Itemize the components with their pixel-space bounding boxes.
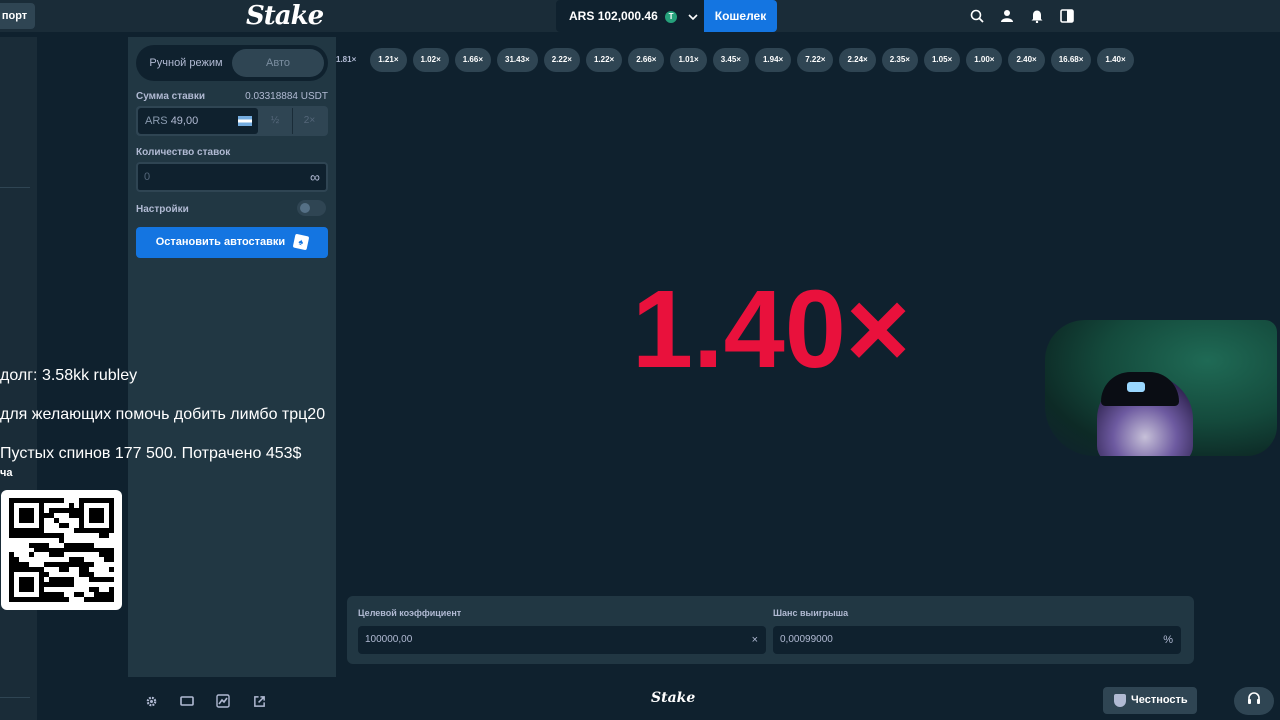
headset-icon xyxy=(1247,691,1261,711)
target-multiplier-value: 100000,00 xyxy=(365,634,413,645)
bet-count-value: 0 xyxy=(144,171,151,183)
tab-auto[interactable]: Авто xyxy=(232,49,324,77)
percent-icon: % xyxy=(1163,634,1173,646)
sport-button[interactable]: порт xyxy=(0,3,35,29)
user-icon[interactable] xyxy=(998,7,1016,25)
bet-currency: ARS xyxy=(145,115,168,127)
win-chance-label: Шанс выигрыша xyxy=(773,608,849,618)
settings-label: Настройки xyxy=(136,204,189,215)
history-chip: 1.21× xyxy=(370,48,407,72)
history-chip: 7.22× xyxy=(797,48,834,72)
argentina-flag-icon xyxy=(238,116,252,126)
balance-amount: 102,000.46 xyxy=(597,9,658,23)
cap-logo-image xyxy=(1127,382,1145,392)
tab-manual[interactable]: Ручной режим xyxy=(140,49,232,77)
history-chip: 1.22× xyxy=(585,48,623,72)
overlay-help-text: для желающих помочь добить лимбо трц20 xyxy=(0,406,326,423)
target-multiplier-label: Целевой коэффициент xyxy=(358,608,462,618)
history-chip: 2.35× xyxy=(881,48,918,72)
footer-stake-logo: Stake xyxy=(651,690,696,706)
limbo-settings-panel: Целевой коэффициент 100000,00 × Шанс выи… xyxy=(347,596,1194,664)
wallet-button[interactable]: Кошелек xyxy=(704,0,777,32)
multiplier-x-icon: × xyxy=(751,634,758,646)
search-icon[interactable] xyxy=(968,7,986,25)
settings-toggle[interactable] xyxy=(297,200,326,216)
history-chip: 16.68× xyxy=(1050,48,1092,72)
history-chip: 1.01× xyxy=(670,48,707,72)
fairness-label: Честность xyxy=(1131,694,1188,706)
sidebar-toggle-icon[interactable] xyxy=(1058,7,1076,25)
gear-icon[interactable] xyxy=(142,692,160,710)
stake-logo[interactable]: Stake xyxy=(246,0,324,32)
target-multiplier-input[interactable]: 100000,00 × xyxy=(358,626,766,654)
bet-amount-crypto: 0.03318884 USDT xyxy=(245,91,328,102)
live-support-button[interactable] xyxy=(1234,687,1274,715)
history-chip: 3.45× xyxy=(712,48,749,72)
history-chip: 2.66× xyxy=(628,48,665,72)
qr-code xyxy=(1,490,122,610)
bet-count-input[interactable]: 0 ∞ xyxy=(136,162,328,192)
mode-toggle: Ручной режим Авто xyxy=(136,45,328,81)
webcam-overlay xyxy=(1045,320,1277,456)
qr-code-pattern xyxy=(9,498,114,602)
balance-currency: ARS xyxy=(569,9,595,23)
fairness-button[interactable]: Честность xyxy=(1103,687,1197,714)
theatre-mode-icon[interactable] xyxy=(178,692,196,710)
history-chip: 1.05× xyxy=(923,48,961,72)
cards-icon: ♠ xyxy=(292,233,310,251)
top-icons xyxy=(968,7,1076,25)
bet-amount-label: Сумма ставки xyxy=(136,91,205,102)
history-chip: 1.81× xyxy=(336,55,357,64)
bet-amount-box: ARS 49,00 ½ 2× xyxy=(136,106,328,136)
shield-icon xyxy=(1114,694,1126,707)
chevron-down-icon xyxy=(688,1,699,33)
history-chip: 1.40× xyxy=(1097,48,1134,72)
history-chip: 31.43× xyxy=(497,48,538,72)
history-chip: 1.00× xyxy=(966,48,1003,72)
history-chip: 1.66× xyxy=(454,48,491,72)
win-chance-value: 0,00099000 xyxy=(780,634,833,645)
infinity-icon: ∞ xyxy=(310,169,320,185)
win-chance-input[interactable]: 0,00099000 % xyxy=(773,626,1181,654)
stop-autobet-button[interactable]: Остановить автоставки ♠ xyxy=(136,227,328,258)
nav-divider xyxy=(0,187,30,188)
bet-count-label: Количество ставок xyxy=(136,147,231,158)
history-chip: 2.40× xyxy=(1008,48,1045,72)
bet-amount-input[interactable]: ARS 49,00 xyxy=(138,108,258,134)
history-chip: 2.22× xyxy=(543,48,580,72)
balance-selector[interactable]: ARS 102,000.46 T xyxy=(556,0,704,32)
half-button[interactable]: ½ xyxy=(258,108,292,134)
usdt-coin-icon: T xyxy=(665,10,678,23)
bell-icon[interactable] xyxy=(1028,7,1046,25)
bet-value: 49,00 xyxy=(170,115,199,127)
result-history: 1.81× 1.21× 1.02× 1.66× 31.43× 2.22× 1.2… xyxy=(336,48,1206,74)
overlay-spins-text: Пустых спинов 177 500. Потрачено 453$ xyxy=(0,445,302,462)
double-button[interactable]: 2× xyxy=(292,108,326,134)
footer-controls xyxy=(142,692,268,710)
stop-autobet-label: Остановить автоставки xyxy=(155,236,286,248)
nav-divider xyxy=(0,697,30,698)
history-chip: 1.94× xyxy=(754,48,792,72)
popout-icon[interactable] xyxy=(250,692,268,710)
history-chip: 2.24× xyxy=(839,48,876,72)
history-chip: 1.02× xyxy=(412,48,449,72)
overlay-debt-text: долг: 3.58kk rubley xyxy=(0,367,138,384)
stats-icon[interactable] xyxy=(214,692,232,710)
overlay-small-text: ча xyxy=(0,467,13,479)
